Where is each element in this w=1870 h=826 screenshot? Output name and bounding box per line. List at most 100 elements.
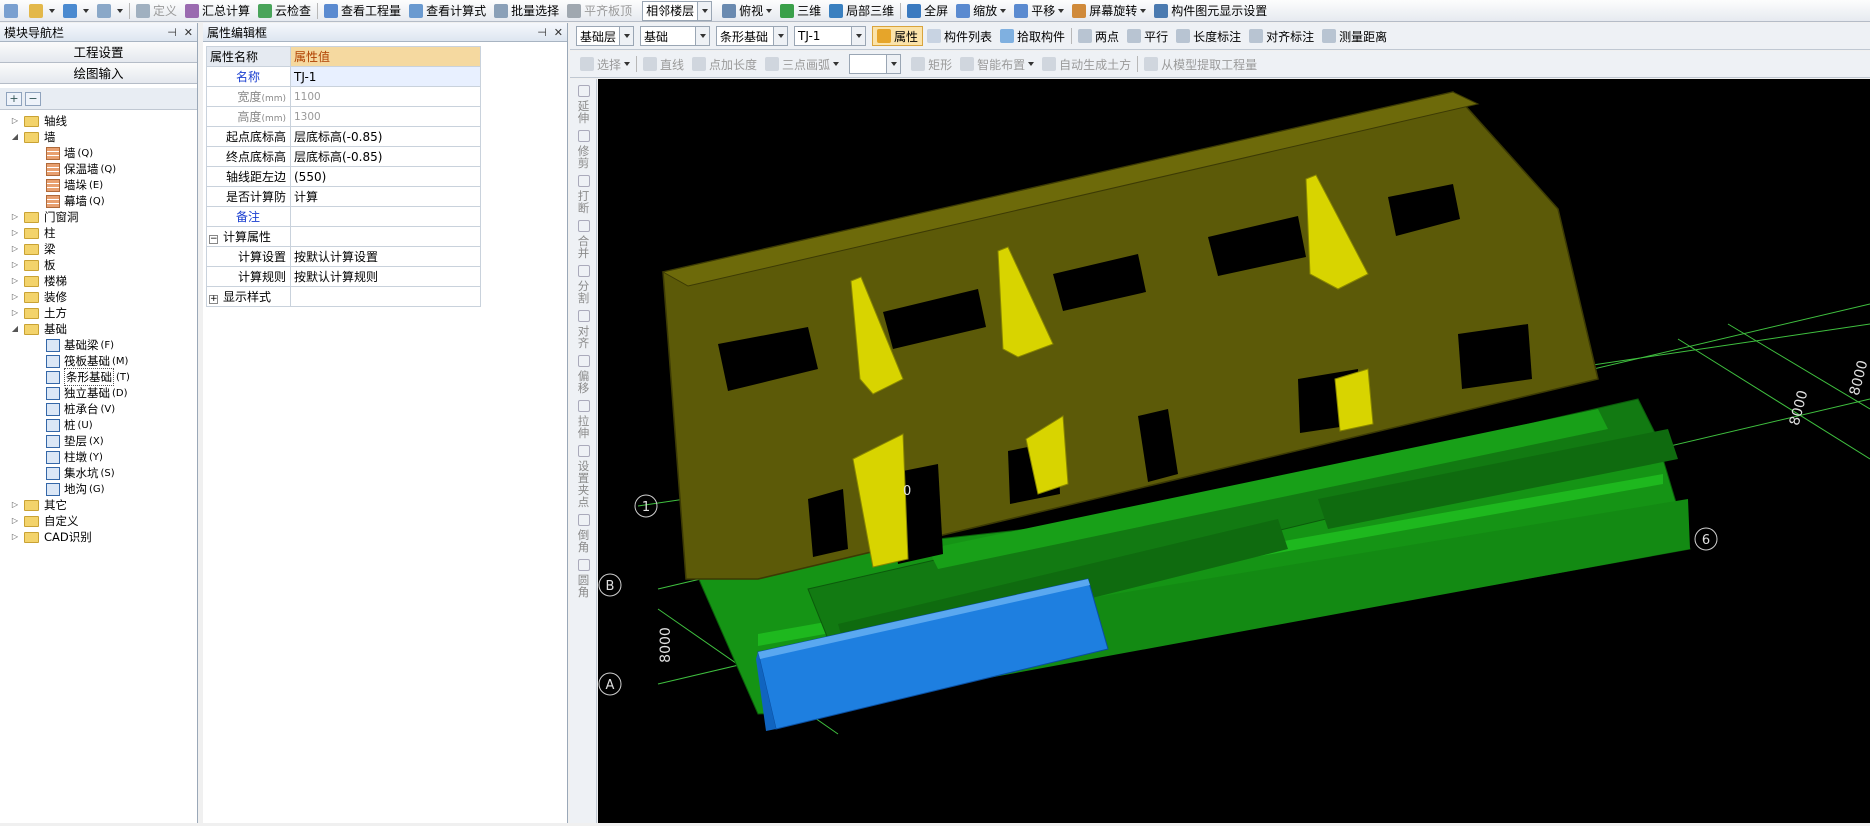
edit-tool-button[interactable]: 打断	[570, 175, 597, 214]
tree-folder[interactable]: ▷ 装修	[2, 289, 197, 305]
property-value[interactable]: 计算	[290, 186, 481, 207]
define-button[interactable]: 定义	[132, 1, 181, 21]
expand-icon[interactable]: ▷	[10, 516, 20, 526]
property-value[interactable]: (550)	[290, 166, 481, 187]
smart-layout-button[interactable]: 智能布置	[956, 54, 1038, 74]
expand-icon[interactable]: ▷	[10, 292, 20, 302]
three-point-arc-button[interactable]: 三点画弧	[761, 54, 843, 74]
collapse-icon[interactable]: −	[209, 235, 218, 244]
open-folder-button[interactable]	[25, 1, 59, 21]
pan-button[interactable]: 平移	[1010, 1, 1068, 21]
close-icon[interactable]: ✕	[554, 26, 563, 39]
point-length-button[interactable]: 点加长度	[688, 54, 761, 74]
property-row[interactable]: 轴线距左边 (550)	[206, 166, 481, 187]
new-file-button[interactable]	[0, 1, 25, 21]
property-row[interactable]: 高度(mm) 1300	[206, 106, 481, 127]
tree-item[interactable]: 地沟 (G)	[2, 481, 197, 497]
tree-folder[interactable]: ◢ 基础	[2, 321, 197, 337]
align-dim-button[interactable]: 对齐标注	[1245, 26, 1318, 46]
drawing-input-button[interactable]: 绘图输入	[0, 63, 197, 84]
3d-button[interactable]: 三维	[776, 1, 825, 21]
collapse-icon[interactable]: ◢	[10, 324, 20, 334]
edit-tool-button[interactable]: 分割	[570, 265, 597, 304]
tree-item[interactable]: 保温墙 (Q)	[2, 161, 197, 177]
tree-item[interactable]: 幕墙 (Q)	[2, 193, 197, 209]
group-display-style[interactable]: + 显示样式	[206, 286, 481, 307]
property-row[interactable]: 计算设置 按默认计算设置	[206, 246, 481, 267]
tree-item[interactable]: 独立基础 (D)	[2, 385, 197, 401]
property-value[interactable]: 按默认计算设置	[290, 246, 481, 267]
property-row[interactable]: 是否计算防 计算	[206, 186, 481, 207]
subtype-select[interactable]: 条形基础	[716, 26, 788, 46]
property-row[interactable]: 起点底标高 层底标高(-0.85)	[206, 126, 481, 147]
undo-button[interactable]	[59, 1, 93, 21]
expand-icon[interactable]: ▷	[10, 276, 20, 286]
property-value[interactable]: 层底标高(-0.85)	[290, 126, 481, 147]
collapse-icon[interactable]: ◢	[10, 132, 20, 142]
line-button[interactable]: 直线	[639, 54, 688, 74]
rotate-screen-button[interactable]: 屏幕旋转	[1068, 1, 1150, 21]
tree-item[interactable]: 墙垛 (E)	[2, 177, 197, 193]
tree-folder[interactable]: ▷ 梁	[2, 241, 197, 257]
extract-quantity-button[interactable]: 从模型提取工程量	[1140, 54, 1261, 74]
tree-folder[interactable]: ▷ 板	[2, 257, 197, 273]
fullscreen-button[interactable]: 全屏	[903, 1, 952, 21]
pin-icon[interactable]: ⊣	[537, 26, 547, 39]
expand-icon[interactable]: +	[209, 295, 218, 304]
collapse-all-icon[interactable]: −	[25, 91, 41, 106]
tree-item[interactable]: 墙 (Q)	[2, 145, 197, 161]
tree-folder[interactable]: ▷ CAD识别	[2, 529, 197, 545]
edit-tool-button[interactable]: 合并	[570, 220, 597, 259]
edit-tool-button[interactable]: 圆角	[570, 559, 597, 598]
pick-component-button[interactable]: 拾取构件	[996, 26, 1069, 46]
tree-item[interactable]: 柱墩 (Y)	[2, 449, 197, 465]
align-slab-button[interactable]: 平齐板顶	[563, 1, 636, 21]
component-select[interactable]: TJ-1	[794, 26, 866, 46]
redo-button[interactable]	[93, 1, 127, 21]
tree-item[interactable]: 集水坑 (S)	[2, 465, 197, 481]
measure-distance-button[interactable]: 测量距离	[1318, 26, 1391, 46]
axis-bubble-B[interactable]: B	[598, 573, 622, 597]
top-view-button[interactable]: 俯视	[718, 1, 776, 21]
tree-item[interactable]: 桩 (U)	[2, 417, 197, 433]
view-quantity-button[interactable]: 查看工程量	[320, 1, 405, 21]
tree-item[interactable]: 条形基础 (T)	[2, 368, 197, 386]
expand-icon[interactable]: ▷	[10, 244, 20, 254]
property-row[interactable]: 计算规则 按默认计算规则	[206, 266, 481, 287]
expand-icon[interactable]: ▷	[10, 212, 20, 222]
tree-item[interactable]: 桩承台 (V)	[2, 401, 197, 417]
view-formula-button[interactable]: 查看计算式	[405, 1, 490, 21]
tree-folder[interactable]: ▷ 土方	[2, 305, 197, 321]
axis-bubble-6[interactable]: 6	[1694, 527, 1718, 551]
3d-view-canvas[interactable]: 1 6 A B 8000 8000 8000 0	[598, 79, 1870, 823]
expand-icon[interactable]: ▷	[10, 308, 20, 318]
edit-tool-button[interactable]: 偏移	[570, 355, 597, 394]
tree-item[interactable]: 基础梁 (F)	[2, 337, 197, 353]
property-row[interactable]: 终点底标高 层底标高(-0.85)	[206, 146, 481, 167]
sigma-button[interactable]: 汇总计算	[181, 1, 254, 21]
expand-icon[interactable]: ▷	[10, 532, 20, 542]
property-value[interactable]	[290, 206, 481, 227]
property-value[interactable]: 1300	[290, 106, 481, 127]
tree-folder[interactable]: ▷ 自定义	[2, 513, 197, 529]
adjacent-floor-select[interactable]: 相邻楼层	[642, 0, 713, 21]
property-row[interactable]: 备注	[206, 206, 481, 227]
expand-all-icon[interactable]: +	[6, 91, 22, 106]
edit-tool-button[interactable]: 延伸	[570, 85, 597, 124]
tree-folder[interactable]: ▷ 轴线	[2, 113, 197, 129]
close-icon[interactable]: ✕	[184, 26, 193, 39]
property-value[interactable]: 层底标高(-0.85)	[290, 146, 481, 167]
edit-tool-button[interactable]: 对齐	[570, 310, 597, 349]
two-point-button[interactable]: 两点	[1074, 26, 1123, 46]
tree-item[interactable]: 垫层 (X)	[2, 433, 197, 449]
edit-tool-button[interactable]: 修剪	[570, 130, 597, 169]
length-dim-button[interactable]: 长度标注	[1172, 26, 1245, 46]
parallel-button[interactable]: 平行	[1123, 26, 1172, 46]
project-settings-button[interactable]: 工程设置	[0, 42, 197, 63]
local-3d-button[interactable]: 局部三维	[825, 1, 898, 21]
expand-icon[interactable]: ▷	[10, 228, 20, 238]
auto-earthwork-button[interactable]: 自动生成土方	[1038, 54, 1135, 74]
property-value[interactable]: 1100	[290, 86, 481, 107]
zoom-button[interactable]: 缩放	[952, 1, 1010, 21]
pin-icon[interactable]: ⊣	[167, 26, 177, 39]
